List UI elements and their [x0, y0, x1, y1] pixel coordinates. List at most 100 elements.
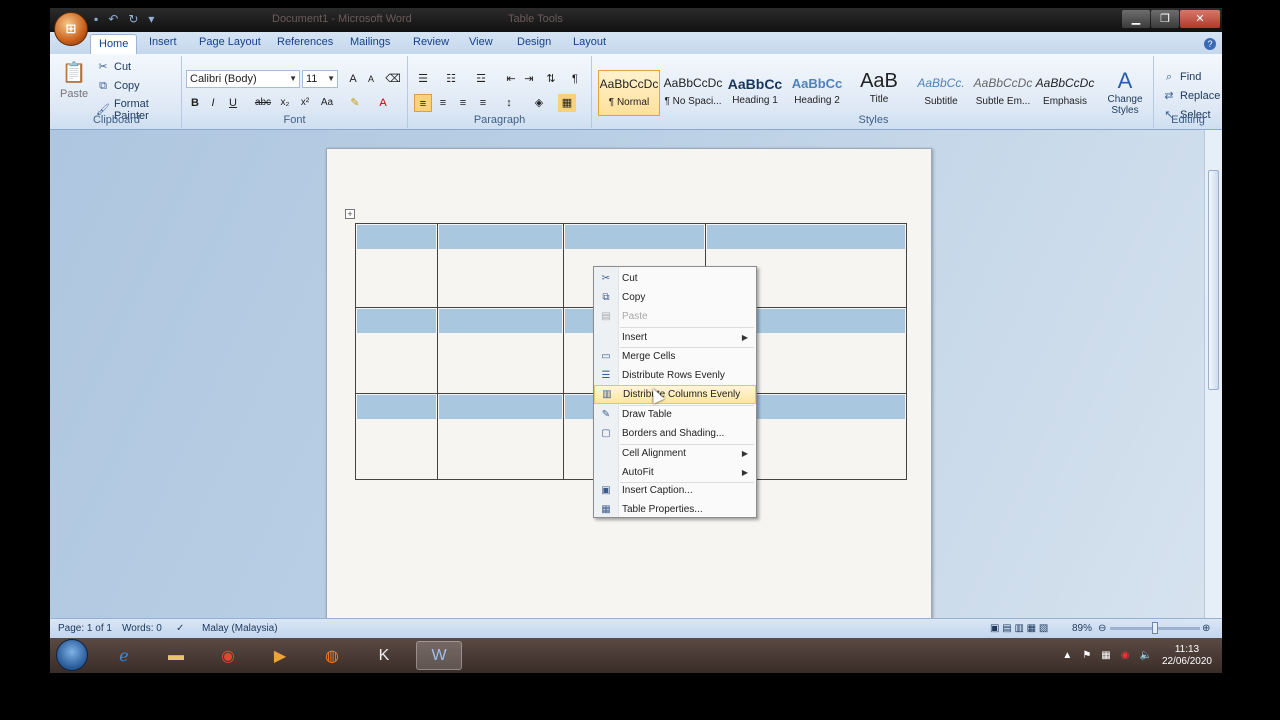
highlight-icon[interactable]: ✎ [346, 94, 364, 112]
style-subtitle[interactable]: AaBbCc. Subtitle [910, 70, 972, 116]
style-heading-1[interactable]: AaBbCc Heading 1 [724, 70, 786, 116]
table-move-handle-icon[interactable]: + [345, 209, 355, 219]
menu-item-insert-caption[interactable]: ▣ Insert Caption... [594, 481, 756, 500]
tab-view[interactable]: View [469, 36, 493, 48]
menu-item-cut[interactable]: ✂ Cut [594, 269, 756, 288]
font-size-combo[interactable]: 11 ▼ [302, 70, 338, 88]
zoom-slider-knob[interactable] [1152, 622, 1158, 634]
shading-icon[interactable]: ◈ [530, 94, 548, 112]
menu-item-insert[interactable]: Insert ▶ [594, 328, 756, 347]
view-buttons[interactable]: ▣ ▤ ▥ ▦ ▧ [990, 623, 1048, 634]
grow-font-button[interactable]: A [344, 70, 362, 88]
find-button[interactable]: ⌕ Find [1162, 70, 1202, 84]
page-count[interactable]: Page: 1 of 1 [58, 623, 112, 634]
change-styles-button[interactable]: A Change Styles [1100, 68, 1150, 116]
firefox-icon[interactable]: ◍ [312, 641, 352, 670]
copy-button[interactable]: ⧉ Copy [96, 79, 140, 93]
table-cell[interactable] [437, 307, 564, 394]
media-player-icon[interactable]: ▶ [260, 641, 300, 670]
justify-icon[interactable]: ≡ [474, 94, 492, 112]
vertical-scrollbar[interactable] [1204, 130, 1222, 618]
tab-page-layout[interactable]: Page Layout [199, 36, 261, 48]
style-normal[interactable]: AaBbCcDc ¶ Normal [598, 70, 660, 116]
close-button[interactable]: ✕ [1180, 10, 1220, 28]
style-emphasis[interactable]: AaBbCcDc Emphasis [1034, 70, 1096, 116]
table-cell[interactable] [355, 223, 438, 308]
replace-button[interactable]: ⇄ Replace [1162, 89, 1220, 103]
numbering-icon[interactable]: ☷ [442, 70, 460, 88]
help-icon[interactable]: ? [1204, 38, 1216, 50]
menu-item-autofit[interactable]: AutoFit ▶ [594, 463, 756, 482]
volume-icon[interactable]: 🔈 [1139, 650, 1151, 661]
chrome-icon[interactable]: ◉ [208, 641, 248, 670]
internet-explorer-icon[interactable]: ℯ [104, 641, 144, 670]
style-title[interactable]: AaB Title [848, 70, 910, 116]
office-button[interactable]: ⊞ [54, 12, 88, 46]
tab-home[interactable]: Home [90, 34, 138, 54]
table-cell[interactable] [355, 393, 438, 480]
superscript-button[interactable]: x² [296, 94, 314, 112]
customize-qat-icon[interactable]: ▾ [148, 12, 154, 26]
action-center-flag-icon[interactable]: ⚑ [1082, 650, 1091, 661]
font-name-combo[interactable]: Calibri (Body) ▼ [186, 70, 300, 88]
k-app-icon[interactable]: K [364, 641, 404, 670]
tab-design[interactable]: Design [517, 36, 551, 48]
menu-item-draw-table[interactable]: ✎ Draw Table [594, 405, 756, 424]
antivirus-icon[interactable]: ◉ [1121, 650, 1130, 661]
increase-indent-icon[interactable]: ⇥ [520, 70, 538, 88]
cut-button[interactable]: ✂ Cut [96, 60, 131, 74]
style-subtle-emphasis[interactable]: AaBbCcDc Subtle Em... [972, 70, 1034, 116]
table-cell[interactable] [437, 223, 564, 308]
zoom-slider[interactable] [1110, 622, 1200, 634]
style-heading-2[interactable]: AaBbCc Heading 2 [786, 70, 848, 116]
word-taskbar-icon[interactable]: W [416, 641, 462, 670]
align-right-icon[interactable]: ≡ [454, 94, 472, 112]
menu-item-merge-cells[interactable]: ▭ Merge Cells [594, 347, 756, 366]
multilevel-list-icon[interactable]: ☲ [472, 70, 490, 88]
menu-item-table-properties[interactable]: ▦ Table Properties... [594, 500, 756, 519]
table-cell[interactable] [437, 393, 564, 480]
underline-button[interactable]: U [224, 94, 242, 112]
tab-review[interactable]: Review [413, 36, 449, 48]
paste-button[interactable]: 📋 Paste [60, 60, 88, 100]
strikethrough-button[interactable]: abc [254, 94, 272, 112]
menu-item-distribute-rows[interactable]: ☰ Distribute Rows Evenly [594, 366, 756, 385]
clear-format-icon[interactable]: ⌫ [384, 70, 402, 88]
menu-item-cell-alignment[interactable]: Cell Alignment ▶ [594, 444, 756, 463]
save-icon[interactable]: ▪ [94, 12, 98, 26]
decrease-indent-icon[interactable]: ⇤ [502, 70, 520, 88]
subscript-button[interactable]: x₂ [276, 94, 294, 112]
menu-item-borders-shading[interactable]: ▢ Borders and Shading... [594, 424, 756, 443]
tab-layout[interactable]: Layout [573, 36, 606, 48]
table-cell[interactable] [355, 307, 438, 394]
pilcrow-icon[interactable]: ¶ [566, 70, 584, 88]
restore-button[interactable]: ❐ [1151, 10, 1179, 28]
menu-item-distribute-columns[interactable]: ▥ Distribute Columns Evenly [594, 385, 756, 404]
tab-references[interactable]: References [277, 36, 333, 48]
line-spacing-icon[interactable]: ↕ [500, 94, 518, 112]
align-left-icon[interactable]: ≡ [414, 94, 432, 112]
clock[interactable]: 11:13 22/06/2020 [1162, 644, 1212, 668]
minimize-button[interactable]: ▁ [1122, 10, 1150, 28]
bullets-icon[interactable]: ☰ [414, 70, 432, 88]
show-hidden-icons-icon[interactable]: ▲ [1062, 650, 1072, 661]
sort-icon[interactable]: ⇅ [542, 70, 560, 88]
proofing-icon[interactable]: ✓ [176, 623, 184, 634]
undo-icon[interactable]: ↶ [108, 12, 118, 26]
language-indicator[interactable]: Malay (Malaysia) [202, 623, 278, 634]
redo-icon[interactable]: ↻ [128, 12, 138, 26]
network-icon[interactable]: ▦ [1101, 650, 1110, 661]
start-button[interactable] [56, 639, 88, 671]
zoom-in-icon[interactable]: ⊕ [1202, 623, 1210, 634]
scrollbar-thumb[interactable] [1208, 170, 1219, 390]
menu-item-copy[interactable]: ⧉ Copy [594, 288, 756, 307]
zoom-out-icon[interactable]: ⊖ [1098, 623, 1106, 634]
font-color-icon[interactable]: A [374, 94, 392, 112]
zoom-level[interactable]: 89% [1072, 623, 1092, 634]
italic-button[interactable]: I [204, 94, 222, 112]
align-center-icon[interactable]: ≡ [434, 94, 452, 112]
tab-insert[interactable]: Insert [149, 36, 177, 48]
file-explorer-icon[interactable]: ▬ [156, 641, 196, 670]
borders-icon[interactable]: ▦ [558, 94, 576, 112]
style-no-spacing[interactable]: AaBbCcDc ¶ No Spaci... [662, 70, 724, 116]
